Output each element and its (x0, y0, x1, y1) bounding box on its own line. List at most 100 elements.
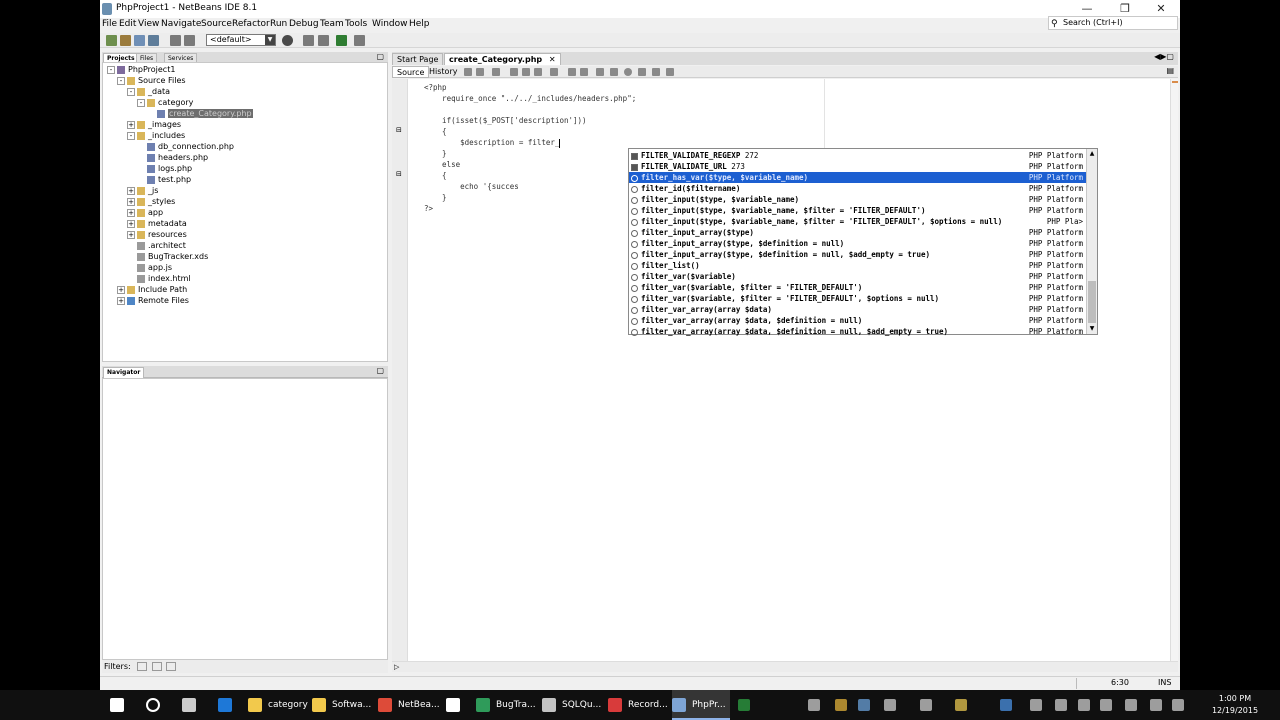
tree-node[interactable]: headers.php (137, 152, 208, 163)
taskbar-clock[interactable]: 1:00 PM 12/19/2015 (1200, 693, 1270, 717)
completion-item[interactable]: filter_var($variable) PHP Platform (629, 271, 1087, 282)
save-all-icon[interactable] (148, 35, 159, 46)
completion-item[interactable]: FILTER_VALIDATE_URL 273 PHP Platform (629, 161, 1087, 172)
taskbar-item[interactable]: SQLQu... (542, 690, 604, 720)
vertical-scrollbar[interactable] (1170, 79, 1178, 661)
network-icon[interactable] (1030, 699, 1042, 711)
monitor-icon[interactable] (858, 699, 870, 711)
record-macro-icon[interactable] (624, 68, 632, 76)
forward-icon[interactable] (476, 68, 484, 76)
completion-item[interactable]: FILTER_VALIDATE_REGEXP 272 PHP Platform (629, 150, 1087, 161)
tab-menu-icon[interactable]: ◀▶▢ (1154, 52, 1174, 61)
completion-item[interactable]: filter_input($type, $variable_name, $fil… (629, 216, 1087, 227)
completion-item[interactable]: filter_input_array($type) PHP Platform (629, 227, 1087, 238)
taskbar-item[interactable] (110, 690, 126, 720)
wifi-icon[interactable] (1100, 699, 1112, 711)
editor-split-icon[interactable]: ▤ (1166, 66, 1174, 75)
taskbar-item[interactable] (182, 690, 198, 720)
tree-node[interactable]: index.html (127, 273, 191, 284)
find-previous-icon[interactable] (510, 68, 518, 76)
tree-node[interactable]: + _js (127, 185, 158, 196)
clean-build-icon[interactable] (303, 35, 314, 46)
completion-scrollbar[interactable]: ▲ ▼ (1086, 149, 1097, 334)
comment-icon[interactable] (596, 68, 604, 76)
fold-icon[interactable]: ⊟ (396, 126, 402, 134)
minimize-panel-icon[interactable]: ▢ (376, 366, 384, 375)
menu-file[interactable]: File (102, 19, 117, 29)
taskbar-item[interactable]: Record... (608, 690, 670, 720)
volume-icon[interactable] (1078, 699, 1090, 711)
close-icon[interactable]: ✕ (549, 55, 556, 64)
expand-icon[interactable]: + (127, 120, 135, 129)
collapse-icon[interactable]: - (127, 131, 135, 140)
tree-node[interactable]: create_Category.php (147, 108, 253, 119)
tree-node[interactable]: app.js (127, 262, 172, 273)
menu-window[interactable]: Window (372, 19, 408, 29)
bluetooth-icon[interactable] (1000, 699, 1012, 711)
search-input[interactable]: ⚲ Search (Ctrl+I) (1048, 16, 1178, 30)
taskbar-item[interactable] (218, 690, 234, 720)
network-icon[interactable] (920, 699, 932, 711)
completion-item[interactable]: filter_input($type, $variable_name) PHP P… (629, 194, 1087, 205)
fold-icon[interactable]: ⊟ (396, 170, 402, 178)
completion-item[interactable]: filter_input_array($type, $definition = … (629, 249, 1087, 260)
tab-create-category[interactable]: create_Category.php ✕ (444, 53, 561, 65)
filter-toggle-icon[interactable] (166, 662, 177, 671)
menu-debug[interactable]: Debug (289, 19, 319, 29)
tree-node[interactable]: + metadata (127, 218, 187, 229)
menu-refactor[interactable]: Refactor (232, 19, 270, 29)
scroll-up-icon[interactable]: ▲ (1088, 150, 1096, 158)
collapse-icon[interactable]: - (107, 65, 115, 74)
expand-icon[interactable]: + (127, 230, 135, 239)
scrollbar-thumb[interactable] (1088, 281, 1096, 323)
menu-run[interactable]: Run (270, 19, 287, 29)
menu-help[interactable]: Help (409, 19, 430, 29)
toggle-highlight-icon[interactable] (534, 68, 542, 76)
menu-team[interactable]: Team (320, 19, 344, 29)
completion-item[interactable]: filter_var_array(array $data, $definitio… (629, 315, 1087, 326)
tree-node[interactable]: test.php (137, 174, 191, 185)
toggle-bookmark-icon[interactable] (550, 68, 558, 76)
stop-macro-icon[interactable] (638, 68, 646, 76)
tree-node[interactable]: - _includes (127, 130, 185, 141)
open-project-icon[interactable] (134, 35, 145, 46)
completion-item[interactable]: filter_id($filtername) PHP Platform (629, 183, 1087, 194)
menu-tools[interactable]: Tools (345, 19, 367, 29)
redo-icon[interactable] (184, 35, 195, 46)
taskbar-item[interactable]: PhpPr... (672, 690, 730, 720)
horizontal-scrollbar[interactable]: ▷ (392, 661, 1178, 672)
completion-item[interactable]: filter_var_array(array $data, $definitio… (629, 326, 1087, 337)
collapse-icon[interactable]: - (127, 87, 135, 96)
scroll-down-icon[interactable]: ▼ (1088, 325, 1096, 333)
chrome-tray-icon[interactable] (835, 699, 847, 711)
expand-icon[interactable]: + (127, 208, 135, 217)
run-icon[interactable] (336, 35, 347, 46)
tree-node[interactable]: logs.php (137, 163, 192, 174)
tree-node[interactable]: + resources (127, 229, 187, 240)
expand-icon[interactable]: + (117, 296, 125, 305)
tab-navigator[interactable]: Navigator (103, 367, 145, 378)
tree-node[interactable]: - _data (127, 86, 170, 97)
camera-icon[interactable] (884, 699, 896, 711)
taskbar-item[interactable]: Softwa... (312, 690, 374, 720)
menu-source[interactable]: Source (201, 19, 232, 29)
configure-icon[interactable] (318, 35, 329, 46)
ring-icon[interactable] (808, 699, 820, 711)
expand-icon[interactable]: + (117, 285, 125, 294)
history-mode-button[interactable]: History (425, 66, 461, 78)
completion-item[interactable]: filter_var($variable, $filter = 'FILTER_… (629, 282, 1087, 293)
tree-node[interactable]: + Remote Files (117, 295, 189, 306)
minimize-panel-icon[interactable]: ▢ (376, 52, 384, 61)
shift-right-icon[interactable] (580, 68, 588, 76)
tree-node[interactable]: BugTracker.xds (127, 251, 208, 262)
sync-icon[interactable] (1055, 699, 1067, 711)
source-mode-button[interactable]: Source (392, 66, 430, 78)
taskbar-item[interactable]: NetBea... (378, 690, 442, 720)
tree-node[interactable]: + _styles (127, 196, 175, 207)
completion-item[interactable]: filter_input($type, $variable_name, $fil… (629, 205, 1087, 216)
completion-item[interactable]: filter_input_array($type, $definition = … (629, 238, 1087, 249)
completion-item[interactable]: filter_var($variable, $filter = 'FILTER_… (629, 293, 1087, 304)
completion-item[interactable]: filter_var_array(array $data) PHP Platfor… (629, 304, 1087, 315)
taskbar-item[interactable]: BugTra... (476, 690, 538, 720)
expand-icon[interactable]: + (127, 186, 135, 195)
